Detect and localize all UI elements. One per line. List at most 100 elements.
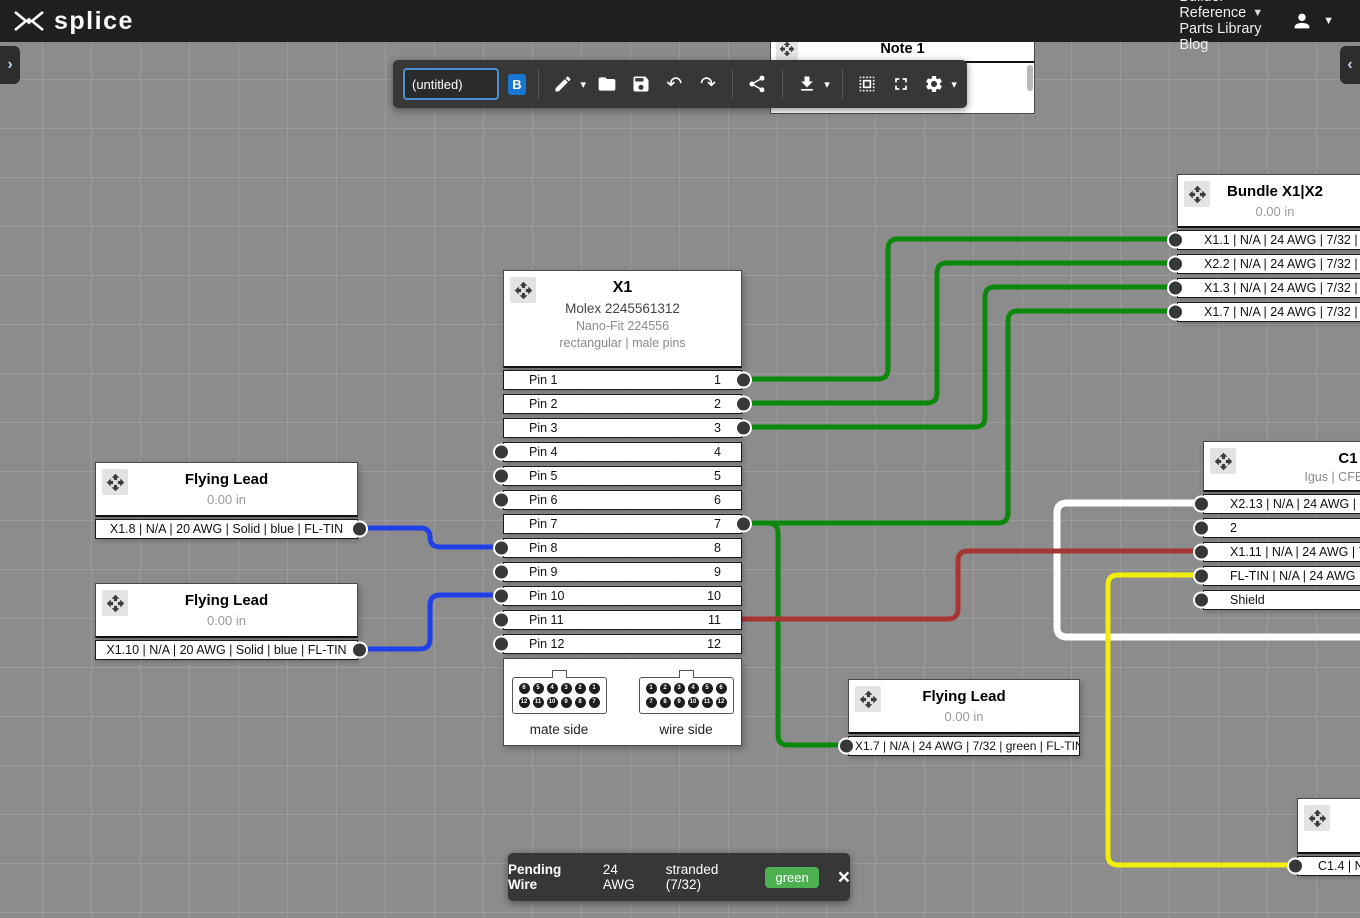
share-button[interactable] <box>745 71 770 97</box>
pin-cavity: 8 <box>660 697 671 708</box>
lead-row[interactable]: X1.7 | N/A | 24 AWG | 7/32 | green | FL-… <box>848 736 1080 756</box>
bundle-row[interactable]: X2.2 | N/A | 24 AWG | 7/32 | g <box>1177 254 1360 274</box>
edit-button[interactable] <box>551 71 576 97</box>
c1-row[interactable]: 2 <box>1203 518 1360 538</box>
pin-cavity: 9 <box>674 697 685 708</box>
wire-green-pin3-bundle[interactable] <box>742 287 1176 427</box>
c1-rows: X2.13 | N/A | 24 AWG | 7/2 X1.11 | N/A | … <box>1203 494 1360 610</box>
pin-cavity: 10 <box>547 697 558 708</box>
pin-row[interactable]: Pin 5 5 <box>503 466 742 486</box>
pending-wire-color-badge[interactable]: green <box>765 867 818 888</box>
pencil-icon <box>553 74 573 94</box>
pin-cavity: 2 <box>575 683 586 694</box>
pin-row[interactable]: Pin 7 7 <box>503 514 742 534</box>
pending-wire-label: Pending Wire <box>508 862 584 892</box>
x1-series: Nano-Fit 224556 <box>504 319 741 333</box>
beta-badge[interactable]: B <box>508 74 526 95</box>
redo-icon: ↷ <box>700 75 716 94</box>
settings-button[interactable] <box>922 71 947 97</box>
fit-screen-icon <box>891 74 911 94</box>
project-title-input[interactable] <box>403 68 499 100</box>
user-icon <box>1291 10 1313 32</box>
top-navbar: splice Builder▼Reference▼Parts Library▼B… <box>0 0 1360 42</box>
c1-row[interactable]: X1.11 | N/A | 24 AWG | 7/ <box>1203 542 1360 562</box>
chevron-right-icon: › <box>7 56 12 74</box>
logo-text: splice <box>54 9 134 34</box>
pin-row[interactable]: Pin 4 4 <box>503 442 742 462</box>
pin-row[interactable]: Pin 1 1 <box>503 370 742 390</box>
bundle-row[interactable]: X1.7 | N/A | 24 AWG | 7/32 | gr <box>1177 302 1360 322</box>
pin-row[interactable]: Pin 12 12 <box>503 634 742 654</box>
wire-red-pin11-c1[interactable] <box>742 551 1200 619</box>
x1-shape: rectangular | male pins <box>504 336 741 350</box>
c14-node: C1.4 | N/ <box>1297 798 1360 880</box>
move-icon <box>1214 452 1233 471</box>
move-handle[interactable] <box>1210 448 1236 474</box>
pin-cavity: 3 <box>561 683 572 694</box>
flying-lead-3-title: Flying Lead <box>849 680 1079 705</box>
move-handle[interactable] <box>510 277 536 303</box>
settings-dropdown-caret[interactable]: ▾ <box>951 78 957 91</box>
move-handle[interactable] <box>102 469 128 495</box>
toolbar-divider <box>538 69 539 99</box>
toolbar-divider <box>842 69 843 99</box>
pin-row[interactable]: Pin 6 6 <box>503 490 742 510</box>
wire-green-pin7-flying-lead[interactable] <box>742 523 845 745</box>
move-icon <box>779 41 795 57</box>
download-button[interactable] <box>795 71 820 97</box>
wire-blue-x110-pin10[interactable] <box>358 595 500 649</box>
pin-row[interactable]: Pin 2 2 <box>503 394 742 414</box>
splice-logo[interactable]: splice <box>0 9 134 34</box>
wire-yellow-c1-c14[interactable] <box>1108 575 1294 865</box>
move-icon <box>1308 809 1327 828</box>
c1-row[interactable]: FL-TIN | N/A | 24 AWG | 7/ <box>1203 566 1360 586</box>
wire-green-pin7-bundle[interactable] <box>742 311 1176 523</box>
select-all-button[interactable] <box>855 71 880 97</box>
lead-row[interactable]: X1.8 | N/A | 20 AWG | Solid | blue | FL-… <box>95 519 358 539</box>
bundle-row[interactable]: X1.3 | N/A | 24 AWG | 7/32 | g <box>1177 278 1360 298</box>
chevron-down-icon: ▼ <box>1323 15 1334 27</box>
pin-row[interactable]: Pin 9 9 <box>503 562 742 582</box>
nav-menu-item[interactable]: Parts Library▼ <box>1179 21 1263 37</box>
c1-row[interactable]: Shield <box>1203 590 1360 610</box>
wire-side-drawing: 123456789101112 <box>639 677 734 714</box>
c14-row[interactable]: C1.4 | N/ <box>1297 856 1360 876</box>
wire-blue-x18-pin8[interactable] <box>358 528 500 547</box>
download-dropdown-caret[interactable]: ▾ <box>824 78 830 91</box>
fit-view-button[interactable] <box>888 71 913 97</box>
wire-green-pin2-bundle[interactable] <box>742 263 1176 403</box>
pin-row[interactable]: Pin 8 8 <box>503 538 742 558</box>
redo-button[interactable]: ↷ <box>696 71 721 97</box>
bundle-row[interactable]: X1.1 | N/A | 24 AWG | 7/32 | g <box>1177 230 1360 250</box>
save-button[interactable] <box>629 71 654 97</box>
nav-menu-item[interactable]: Reference▼ <box>1179 5 1263 21</box>
close-icon[interactable]: × <box>838 867 850 888</box>
pin-row[interactable]: Pin 3 3 <box>503 418 742 438</box>
flying-lead-3-rows: X1.7 | N/A | 24 AWG | 7/32 | green | FL-… <box>848 736 1080 756</box>
c1-row[interactable]: X2.13 | N/A | 24 AWG | 7/ <box>1203 494 1360 514</box>
move-handle[interactable] <box>1304 805 1330 831</box>
pin-cavity: 2 <box>660 683 671 694</box>
bundle-header: Bundle X1|X2 0.00 in <box>1177 174 1360 228</box>
left-panel-expand-tab[interactable]: › <box>0 46 20 84</box>
move-icon <box>106 594 125 613</box>
lead-row[interactable]: X1.10 | N/A | 20 AWG | Solid | blue | FL… <box>95 640 358 660</box>
x1-connector-views: 654321121110987 mate side 12345678910111… <box>503 658 742 746</box>
nav-menu-item[interactable]: Blog▼ <box>1179 37 1263 53</box>
pin-cavity: 4 <box>547 683 558 694</box>
undo-button[interactable]: ↶ <box>662 71 687 97</box>
pin-row[interactable]: Pin 10 10 <box>503 586 742 606</box>
move-handle[interactable] <box>102 590 128 616</box>
open-button[interactable] <box>595 71 620 97</box>
edit-dropdown-caret[interactable]: ▾ <box>580 78 586 91</box>
user-menu[interactable]: ▼ <box>1291 10 1334 32</box>
download-icon <box>797 74 817 94</box>
toolbar-divider <box>782 69 783 99</box>
mate-side-label: mate side <box>512 722 607 737</box>
move-handle[interactable] <box>855 686 881 712</box>
mate-side-drawing: 654321121110987 <box>512 677 607 714</box>
bundle-node: Bundle X1|X2 0.00 in X1.1 | N/A | 24 AWG… <box>1177 174 1360 326</box>
pin-row[interactable]: Pin 11 11 <box>503 610 742 630</box>
move-handle[interactable] <box>1184 181 1210 207</box>
note-scrollbar[interactable] <box>1027 65 1033 91</box>
